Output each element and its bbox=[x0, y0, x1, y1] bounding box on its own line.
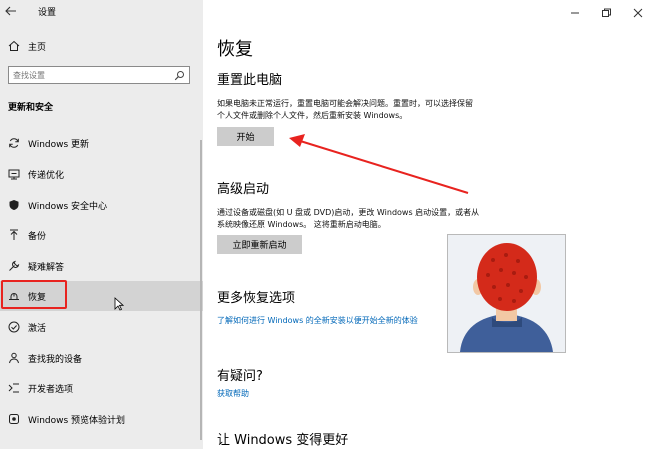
search-input[interactable] bbox=[13, 68, 163, 82]
section-title: 更新和安全 bbox=[8, 103, 54, 113]
check-circle-icon bbox=[7, 320, 21, 334]
sidebar-home-label: 主页 bbox=[28, 42, 47, 53]
sidebar-item-label: 开发者选项 bbox=[28, 384, 74, 395]
sidebar-item-home[interactable]: 主页 bbox=[0, 32, 203, 60]
sidebar-item-backup[interactable]: 备份 bbox=[0, 220, 203, 250]
minimize-button[interactable] bbox=[568, 4, 582, 16]
improve-windows-title: 让 Windows 变得更好 bbox=[217, 433, 349, 448]
advanced-description-line2: 系统映像还原 Windows。 这将重新启动电脑。 bbox=[217, 220, 386, 229]
sidebar-item-label: 激活 bbox=[28, 323, 47, 334]
insider-icon bbox=[7, 412, 21, 426]
back-button[interactable] bbox=[4, 3, 18, 17]
sidebar-item-label: Windows 更新 bbox=[28, 139, 90, 150]
main-content: 恢复 重置此电脑 如果电脑未正常运行，重置电脑可能会解决问题。重置时，可以选择保… bbox=[203, 0, 650, 449]
backup-arrow-icon bbox=[7, 228, 21, 242]
sidebar-item-activation[interactable]: 激活 bbox=[0, 312, 203, 342]
sidebar-item-windows-update[interactable]: Windows 更新 bbox=[0, 128, 203, 158]
sidebar-item-label: 查找我的设备 bbox=[28, 354, 83, 365]
sidebar-item-label: Windows 预览体验计划 bbox=[28, 415, 126, 426]
reset-start-button[interactable]: 开始 bbox=[217, 127, 274, 146]
search-icon bbox=[174, 71, 184, 81]
sidebar-item-label: Windows 安全中心 bbox=[28, 201, 108, 212]
restore-icon bbox=[602, 8, 611, 17]
sidebar-item-developer-options[interactable]: 开发者选项 bbox=[0, 373, 203, 403]
back-arrow-icon bbox=[5, 6, 16, 16]
advanced-description-line1: 通过设备或磁盘(如 U 盘或 DVD)启动，更改 Windows 启动设置，或者… bbox=[217, 208, 480, 217]
sidebar-item-insider-program[interactable]: Windows 预览体验计划 bbox=[0, 404, 203, 434]
minimize-icon bbox=[571, 12, 579, 14]
fresh-install-link[interactable]: 了解如何进行 Windows 的全新安装以便开始全新的体验 bbox=[217, 315, 418, 326]
shield-icon bbox=[7, 198, 21, 212]
more-options-title: 更多恢复选项 bbox=[217, 291, 296, 306]
home-icon bbox=[7, 39, 21, 53]
annotation-arrow bbox=[289, 134, 469, 194]
get-help-link[interactable]: 获取帮助 bbox=[217, 388, 249, 399]
close-button[interactable] bbox=[631, 4, 645, 18]
help-title: 有疑问? bbox=[217, 369, 263, 384]
wrench-icon bbox=[7, 259, 21, 273]
sidebar-item-label: 疑难解答 bbox=[28, 262, 65, 273]
developer-icon bbox=[7, 381, 21, 395]
sidebar-item-label: 传递优化 bbox=[28, 170, 65, 181]
reset-title: 重置此电脑 bbox=[217, 73, 283, 88]
sync-icon bbox=[7, 136, 21, 150]
page-title: 恢复 bbox=[217, 39, 253, 60]
sidebar-item-label: 备份 bbox=[28, 231, 47, 242]
search-box[interactable] bbox=[8, 66, 190, 84]
reset-description-line1: 如果电脑未正常运行，重置电脑可能会解决问题。重置时，可以选择保留 bbox=[217, 99, 473, 108]
sidebar-item-find-my-device[interactable]: 查找我的设备 bbox=[0, 343, 203, 373]
person-locate-icon bbox=[7, 351, 21, 365]
maximize-button[interactable] bbox=[599, 4, 613, 17]
person-back-of-head-image bbox=[460, 243, 553, 352]
sidebar-item-delivery-optimization[interactable]: 传递优化 bbox=[0, 159, 203, 189]
recovery-highlight-box bbox=[1, 280, 67, 309]
window-title: 设置 bbox=[38, 8, 57, 18]
sidebar-item-troubleshoot[interactable]: 疑难解答 bbox=[0, 251, 203, 281]
mouse-cursor-icon bbox=[114, 297, 124, 311]
sidebar-scrollbar[interactable] bbox=[200, 140, 202, 440]
sidebar: 设置 主页 更新和安全 Windows 更新 传递优化 Windows 安全中心 bbox=[0, 0, 203, 449]
reset-description-line2: 个人文件或删除个人文件，然后重新安装 Windows。 bbox=[217, 111, 408, 120]
close-icon bbox=[633, 8, 643, 18]
avatar-image bbox=[447, 234, 566, 353]
advanced-startup-title: 高级启动 bbox=[217, 182, 270, 197]
delivery-optimization-icon bbox=[7, 167, 21, 181]
sidebar-item-windows-security[interactable]: Windows 安全中心 bbox=[0, 190, 203, 220]
restart-now-button[interactable]: 立即重新启动 bbox=[217, 235, 302, 254]
